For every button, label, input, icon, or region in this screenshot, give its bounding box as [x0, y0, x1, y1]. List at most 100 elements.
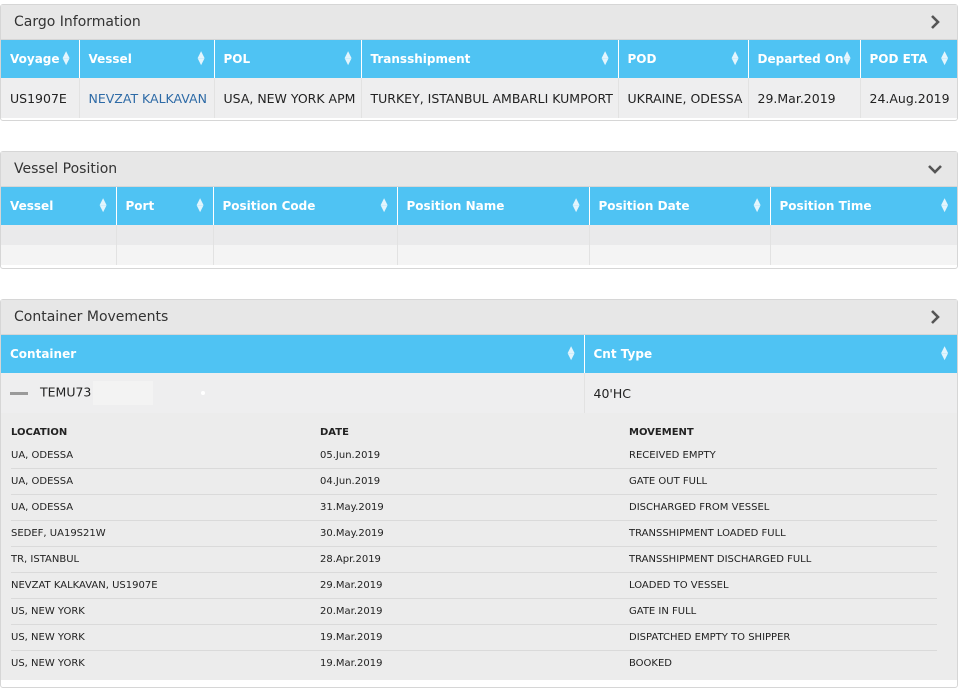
vessel-position-title: Vessel Position — [14, 161, 118, 177]
cargo-information-panel: Cargo Information Voyage ▲ ▼ Vessel ▲ ▼ POL ▲… — [0, 4, 958, 121]
chevron-down-icon[interactable] — [927, 161, 943, 177]
cargo-information-title: Cargo Information — [14, 14, 141, 30]
cell-pod-eta: 24.Aug.2019 — [860, 78, 957, 118]
movement-date: 28.Apr.2019 — [320, 554, 381, 565]
vessel-position-table: Vessel ▲ ▼ Port ▲ ▼ Position Code ▲ ▼ Position… — [1, 187, 957, 265]
movements-body: UA, ODESSA 05.Jun.2019 RECEIVED EMPTY UA, O… — [11, 443, 937, 676]
container-number: TEMU73 — [40, 384, 92, 400]
movement-row: US, NEW YORK 20.Mar.2019 GATE IN FULL — [11, 599, 937, 625]
sort-icon[interactable]: ▲ ▼ — [602, 51, 609, 67]
empty-cell — [589, 225, 771, 245]
col-header-cnt-type[interactable]: Cnt Type ▲ ▼ — [584, 335, 957, 373]
empty-cell — [213, 225, 398, 245]
empty-cell — [116, 225, 214, 245]
movement-row: US, NEW YORK 19.Mar.2019 DISPATCHED EMPTY … — [11, 625, 937, 651]
movement-row: TR, ISTANBUL 28.Apr.2019 TRANSSHIPMENT DIS… — [11, 547, 937, 573]
empty-cell — [397, 245, 590, 265]
sort-icon[interactable]: ▲ ▼ — [754, 198, 761, 214]
col-header-position-time[interactable]: Position Time ▲ ▼ — [770, 187, 957, 225]
movements-table: LOCATION DATE MOVEMENT UA, ODESSA 05.Jun.… — [1, 413, 957, 680]
col-header-departed-on[interactable]: Departed On ▲ ▼ — [748, 40, 861, 78]
movement-row: UA, ODESSA 04.Jun.2019 GATE OUT FULL — [11, 469, 937, 495]
empty-cell — [397, 225, 590, 245]
cargo-information-header[interactable]: Cargo Information — [1, 5, 957, 40]
movement-row: SEDEF, UA19S21W 30.May.2019 TRANSSHIPMENT … — [11, 521, 937, 547]
col-header-pod-eta[interactable]: POD ETA ▲ ▼ — [860, 40, 957, 78]
chevron-right-icon[interactable] — [927, 309, 943, 325]
movement-row: US, NEW YORK 19.Mar.2019 BOOKED — [11, 651, 937, 676]
col-header-port[interactable]: Port ▲ ▼ — [116, 187, 214, 225]
movements-header-location: LOCATION — [11, 426, 68, 438]
movement-location: TR, ISTANBUL — [11, 554, 80, 565]
redacted-mask — [93, 381, 154, 405]
movement-location: NEVZAT KALKAVAN, US1907E — [11, 580, 158, 591]
sort-icon[interactable]: ▲ ▼ — [100, 198, 107, 214]
vessel-position-header-row: Vessel ▲ ▼ Port ▲ ▼ Position Code ▲ ▼ Position… — [1, 187, 957, 225]
movement-location: UA, ODESSA — [11, 450, 74, 461]
movement-type: DISPATCHED EMPTY TO SHIPPER — [629, 632, 791, 643]
empty-cell — [770, 245, 957, 265]
sort-icon[interactable]: ▲ ▼ — [844, 51, 851, 67]
movement-row: UA, ODESSA 31.May.2019 DISCHARGED FROM VES… — [11, 495, 937, 521]
sort-icon[interactable]: ▲ ▼ — [941, 198, 948, 214]
col-header-container[interactable]: Container ▲ ▼ — [1, 335, 585, 373]
col-header-pol[interactable]: POL ▲ ▼ — [214, 40, 362, 78]
movement-type: GATE OUT FULL — [629, 476, 708, 487]
cell-vessel-link[interactable]: NEVZAT KALKAVAN — [79, 78, 215, 118]
movement-type: BOOKED — [629, 658, 673, 669]
col-header-vessel[interactable]: Vessel ▲ ▼ — [1, 187, 117, 225]
col-header-voyage[interactable]: Voyage ▲ ▼ — [1, 40, 80, 78]
vessel-position-panel: Vessel Position Vessel ▲ ▼ Port ▲ ▼ Position… — [0, 151, 958, 269]
collapse-icon[interactable] — [10, 391, 28, 395]
table-row: US1907E NEVZAT KALKAVAN USA, NEW YORK AP… — [1, 78, 957, 118]
movement-row: NEVZAT KALKAVAN, US1907E 29.Mar.2019 LOADE… — [11, 573, 937, 599]
col-header-position-code[interactable]: Position Code ▲ ▼ — [213, 187, 398, 225]
movement-location: US, NEW YORK — [11, 632, 85, 643]
cell-cnt-type: 40'HC — [584, 373, 957, 413]
movement-type: TRANSSHIPMENT LOADED FULL — [629, 528, 786, 539]
movement-location: UA, ODESSA — [11, 476, 74, 487]
cargo-table: Voyage ▲ ▼ Vessel ▲ ▼ POL ▲ ▼ Transshipment ▲ ▼ … — [1, 40, 957, 118]
vessel-position-header[interactable]: Vessel Position — [1, 152, 957, 187]
empty-cell — [1, 225, 117, 245]
movement-date: 04.Jun.2019 — [320, 476, 381, 487]
table-row[interactable]: TEMU73 40'HC — [1, 373, 957, 413]
movement-row: UA, ODESSA 05.Jun.2019 RECEIVED EMPTY — [11, 443, 937, 469]
col-header-transshipment[interactable]: Transshipment ▲ ▼ — [361, 40, 619, 78]
cell-voyage: US1907E — [1, 78, 80, 118]
sort-icon[interactable]: ▲ ▼ — [941, 346, 948, 362]
sort-icon[interactable]: ▲ ▼ — [63, 51, 70, 67]
container-movements-header[interactable]: Container Movements — [1, 300, 957, 335]
movement-location: UA, ODESSA — [11, 502, 74, 513]
sort-icon[interactable]: ▲ ▼ — [381, 198, 388, 214]
movement-date: 30.May.2019 — [320, 528, 384, 539]
movement-type: LOADED TO VESSEL — [629, 580, 729, 591]
sort-icon[interactable]: ▲ ▼ — [732, 51, 739, 67]
table-row — [1, 225, 957, 245]
container-movements-title: Container Movements — [14, 309, 169, 325]
col-header-position-date[interactable]: Position Date ▲ ▼ — [589, 187, 771, 225]
movement-date: 19.Mar.2019 — [320, 632, 383, 643]
table-row — [1, 245, 957, 265]
empty-cell — [213, 245, 398, 265]
cell-pod: UKRAINE, ODESSA — [618, 78, 749, 118]
empty-cell — [116, 245, 214, 265]
empty-cell — [589, 245, 771, 265]
sort-icon[interactable]: ▲ ▼ — [345, 51, 352, 67]
col-header-pod[interactable]: POD ▲ ▼ — [618, 40, 749, 78]
col-header-position-name[interactable]: Position Name ▲ ▼ — [397, 187, 590, 225]
chevron-right-icon[interactable] — [927, 14, 943, 30]
sort-icon[interactable]: ▲ ▼ — [573, 198, 580, 214]
col-header-vessel[interactable]: Vessel ▲ ▼ — [79, 40, 215, 78]
movement-type: RECEIVED EMPTY — [629, 450, 716, 461]
sort-icon[interactable]: ▲ ▼ — [198, 51, 205, 67]
movement-location: SEDEF, UA19S21W — [11, 528, 106, 539]
cell-departed-on: 29.Mar.2019 — [748, 78, 861, 118]
movement-date: 05.Jun.2019 — [320, 450, 381, 461]
sort-icon[interactable]: ▲ ▼ — [568, 346, 575, 362]
sort-icon[interactable]: ▲ ▼ — [941, 51, 948, 67]
movement-type: DISCHARGED FROM VESSEL — [629, 502, 770, 513]
movement-location: US, NEW YORK — [11, 606, 85, 617]
cell-transshipment: TURKEY, ISTANBUL AMBARLI KUMPORT — [361, 78, 619, 118]
sort-icon[interactable]: ▲ ▼ — [197, 198, 204, 214]
